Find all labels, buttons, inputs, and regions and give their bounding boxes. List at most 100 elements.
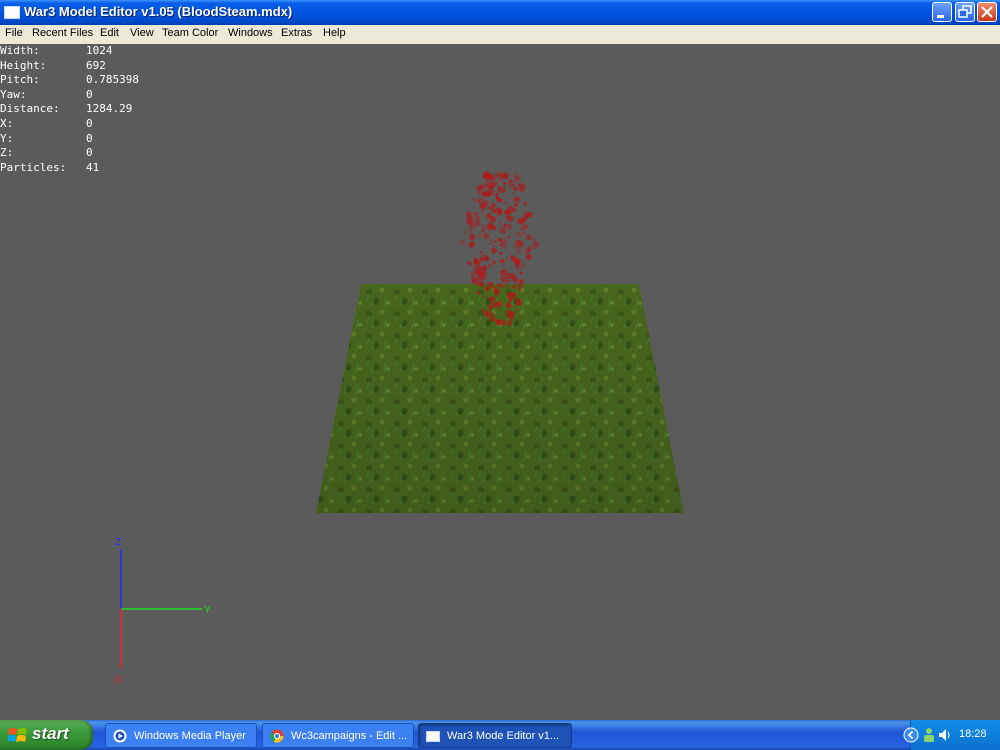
title-bar[interactable]: War3 Model Editor v1.05 (BloodSteam.mdx) <box>0 0 1000 25</box>
blood-particle <box>479 257 484 262</box>
close-icon <box>981 6 993 18</box>
blood-particle <box>506 224 512 230</box>
blood-particle <box>499 283 504 288</box>
blood-particle <box>520 278 525 283</box>
stat-value: 0 <box>86 87 93 101</box>
blood-particle <box>495 318 503 326</box>
restore-icon <box>958 5 972 18</box>
stat-label: Particles: <box>0 160 67 174</box>
blood-particle <box>501 268 508 276</box>
stat-label: X: <box>0 116 14 130</box>
z-axis-label: Z <box>115 537 121 548</box>
blood-particle <box>504 201 508 204</box>
scene-canvas: Z Y X <box>115 171 684 686</box>
blood-particle <box>500 177 504 181</box>
stat-value: 0.785398 <box>86 73 139 87</box>
blood-particle <box>496 283 500 287</box>
blood-particle <box>511 284 517 289</box>
blood-particle <box>521 263 525 268</box>
blood-particle <box>495 172 501 177</box>
blood-particle <box>481 253 485 257</box>
taskbar-item-chrome[interactable]: Wc3campaigns - Edit ... <box>262 723 414 748</box>
blood-particle <box>487 205 492 210</box>
blood-particle <box>499 227 506 234</box>
blood-particle <box>514 196 521 202</box>
menu-team-color[interactable]: Team Color <box>162 27 218 39</box>
model-viewport[interactable]: Z Y X Width: 1024 Height: 692 Pitch: 0.785398… <box>0 44 1000 720</box>
blood-particle <box>508 279 511 282</box>
blood-particle <box>482 200 489 207</box>
blood-particle <box>502 181 507 186</box>
blood-particle <box>474 260 481 266</box>
blood-particle <box>514 259 520 266</box>
tray-expand-icon[interactable] <box>903 727 919 743</box>
blood-particle <box>515 308 518 311</box>
blood-particle <box>467 242 473 248</box>
blood-particle <box>504 283 510 289</box>
menu-windows[interactable]: Windows <box>228 27 273 39</box>
task-label: Windows Media Player <box>134 730 246 742</box>
blood-particle <box>468 234 476 241</box>
restore-button[interactable] <box>955 2 975 22</box>
stat-value: 0 <box>86 146 93 160</box>
blood-particle <box>492 260 496 265</box>
blood-particle <box>486 304 489 307</box>
menu-recent-files[interactable]: Recent Files <box>32 27 93 39</box>
blood-particle <box>495 207 502 214</box>
stat-label: Y: <box>0 131 14 145</box>
minimize-button[interactable] <box>932 2 952 22</box>
media-player-icon <box>113 729 127 743</box>
blood-particle <box>478 200 482 203</box>
stat-value: 41 <box>86 160 100 174</box>
blood-particle <box>481 294 485 299</box>
blood-particle <box>483 232 490 239</box>
blood-particle <box>484 312 490 318</box>
taskbar-item-media-player[interactable]: Windows Media Player <box>105 723 257 748</box>
menu-edit[interactable]: Edit <box>100 27 119 39</box>
blood-particle <box>519 271 523 275</box>
blood-particle <box>491 208 497 214</box>
clock: 18:28 <box>959 728 987 740</box>
blood-particle <box>468 261 473 267</box>
blood-particle <box>466 213 472 220</box>
blood-particle <box>517 217 525 225</box>
blood-particle <box>500 258 505 264</box>
menu-help[interactable]: Help <box>323 27 346 39</box>
close-button[interactable] <box>977 2 997 22</box>
start-button[interactable]: start <box>0 720 93 750</box>
blood-particle <box>499 251 503 255</box>
task-label: Wc3campaigns - Edit ... <box>291 730 408 742</box>
blood-particle <box>485 258 488 261</box>
blood-particle <box>498 198 503 203</box>
taskbar-item-war3-model-editor[interactable]: War3 Mode Editor v1... <box>418 723 572 748</box>
blood-particle <box>499 222 502 225</box>
app-icon <box>4 6 20 19</box>
menu-extras[interactable]: Extras <box>281 27 312 39</box>
blood-particle <box>507 209 512 214</box>
volume-icon[interactable] <box>938 727 952 743</box>
menu-file[interactable]: File <box>5 27 23 39</box>
blood-particle <box>493 240 497 244</box>
menu-view[interactable]: View <box>130 27 154 39</box>
stat-value: 692 <box>86 58 106 72</box>
blood-particle <box>477 280 483 287</box>
blood-particle <box>481 210 484 214</box>
stat-value: 1024 <box>86 44 113 57</box>
blood-particle <box>515 264 521 270</box>
network-user-icon[interactable] <box>922 727 936 743</box>
blood-particle <box>471 215 475 219</box>
blood-particle <box>490 316 496 322</box>
axis-gizmo: Z Y X <box>115 537 211 686</box>
blood-particle <box>507 235 511 239</box>
blood-particle <box>477 190 482 195</box>
blood-particle <box>472 198 475 201</box>
taskbar: start Windows Media Player Wc3campaigns … <box>0 720 1000 750</box>
blood-particle <box>487 192 491 196</box>
blood-particle <box>480 270 487 278</box>
blood-particle <box>471 278 478 285</box>
blood-particle <box>496 214 500 217</box>
blood-particle <box>488 214 492 217</box>
blood-particle <box>505 302 512 308</box>
blood-particle <box>506 257 509 261</box>
blood-particle <box>487 263 492 268</box>
